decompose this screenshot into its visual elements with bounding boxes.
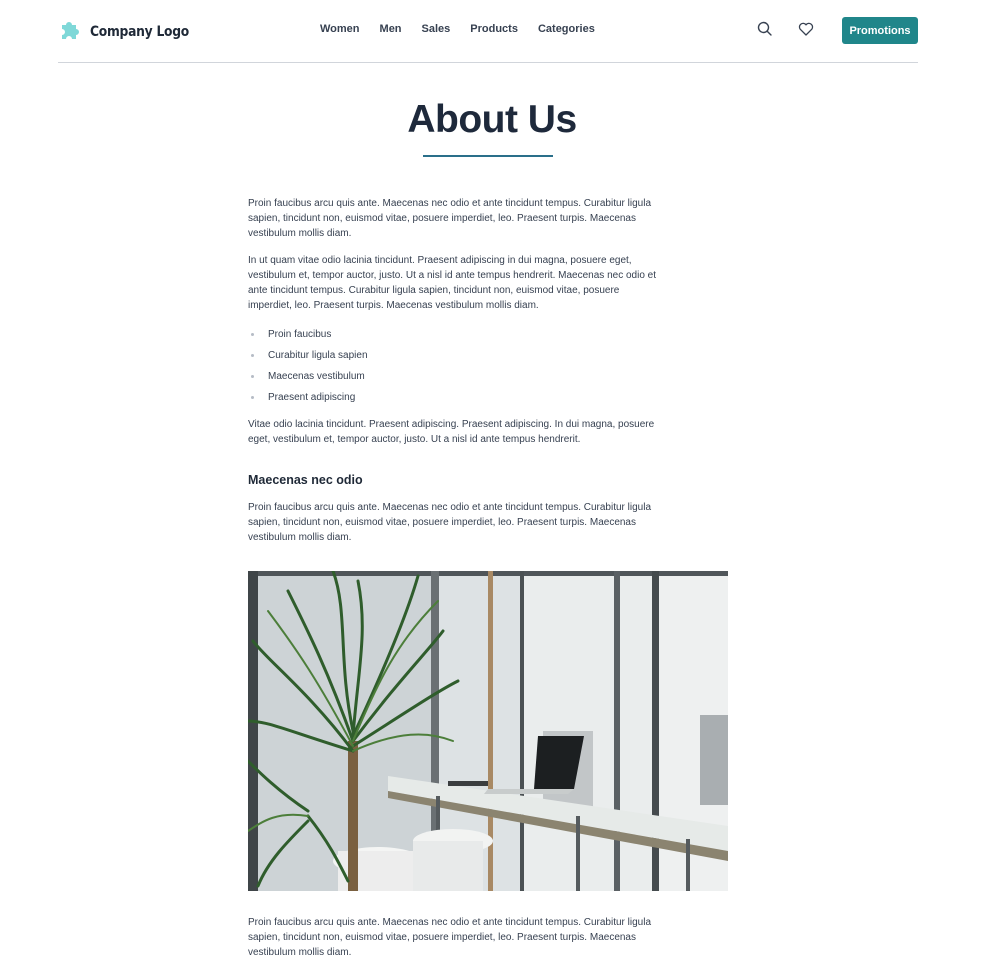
title-underline: [423, 155, 553, 157]
puzzle-logo-icon: [58, 19, 80, 46]
list-item: Proin faucibus: [248, 327, 368, 348]
body-paragraph: In ut quam vitae odio lacinia tincidunt.…: [248, 255, 656, 311]
list-item: Maecenas vestibulum: [248, 369, 368, 390]
nav-products[interactable]: Products: [470, 22, 518, 36]
nav-categories[interactable]: Categories: [538, 22, 595, 36]
list-item: Praesent adipiscing: [248, 390, 368, 411]
office-photo: [248, 571, 728, 891]
company-logo[interactable]: Company Logo: [58, 19, 203, 45]
page-title: About Us: [407, 98, 577, 141]
footer-paragraph: Proin faucibus arcu quis ante. Maecenas …: [248, 917, 652, 958]
section-heading: Maecenas nec odio: [248, 473, 363, 487]
closing-paragraph: Vitae odio lacinia tincidunt. Praesent a…: [248, 419, 655, 445]
list-item: Curabitur ligula sapien: [248, 348, 368, 369]
nav-sales[interactable]: Sales: [422, 22, 451, 36]
nav-women[interactable]: Women: [320, 22, 360, 36]
search-icon[interactable]: [756, 20, 774, 38]
feature-list: Proin faucibus Curabitur ligula sapien M…: [248, 327, 368, 411]
promotions-button[interactable]: Promotions: [842, 17, 918, 44]
heart-icon[interactable]: [797, 20, 815, 38]
intro-paragraph: Proin faucibus arcu quis ante. Maecenas …: [248, 198, 652, 239]
office-plant-laptop-photo-icon: [248, 571, 728, 891]
nav-men[interactable]: Men: [380, 22, 402, 36]
main-nav: Women Men Sales Products Categories: [320, 22, 615, 36]
site-header: Company Logo Women Men Sales Products Ca…: [58, 0, 918, 63]
section-paragraph: Proin faucibus arcu quis ante. Maecenas …: [248, 502, 652, 543]
logo-text: Company Logo: [90, 24, 189, 40]
